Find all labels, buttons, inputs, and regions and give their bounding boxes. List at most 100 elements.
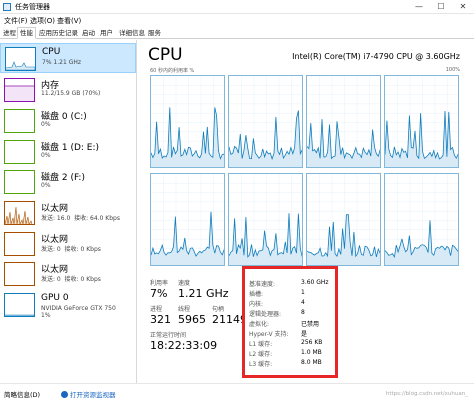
cpu-details-panel: 基准速度: 3.60 GHz 插槽: 1 内核: 4 逻辑处理器: 8 虚拟化: 已禁用 … bbox=[242, 266, 338, 378]
logical-processor-graph bbox=[384, 173, 459, 266]
logical-processor-graph bbox=[150, 173, 225, 266]
memory-thumbnail bbox=[4, 78, 35, 102]
tab-performance[interactable]: 性能 bbox=[17, 27, 36, 39]
disk-thumbnail bbox=[4, 170, 35, 194]
graph-max-label: 100% bbox=[445, 67, 460, 73]
cpu-model: Intel(R) Core(TM) i7-4790 CPU @ 3.60GHz bbox=[292, 52, 460, 61]
detail-key: 插槽: bbox=[249, 291, 264, 298]
sidebar-item-value: 11.2/15.9 GB (70%) bbox=[41, 90, 101, 97]
handles-label: 句柄 bbox=[212, 306, 225, 313]
sidebar-item-value: 0% bbox=[41, 152, 51, 159]
logical-processor-graph bbox=[306, 75, 381, 168]
close-button[interactable]: ✕ bbox=[452, 0, 474, 14]
detail-value: 已禁用 bbox=[301, 321, 320, 328]
logical-processor-graph bbox=[150, 75, 225, 168]
utilization-value: 7% bbox=[150, 287, 168, 300]
window-title: 任务管理器 bbox=[15, 3, 50, 11]
maximize-button[interactable]: ☐ bbox=[430, 0, 452, 14]
detail-value: 3.60 GHz bbox=[301, 279, 329, 286]
uptime-label: 正常运行时间 bbox=[150, 332, 187, 339]
tab-processes[interactable]: 进程 bbox=[1, 28, 18, 39]
menu-options[interactable]: 选项(O) bbox=[30, 16, 55, 26]
watermark: https://blog.csdn.net/xuhuan_ bbox=[385, 391, 468, 397]
detail-key: 逻辑处理器: bbox=[249, 311, 282, 318]
detail-key: 内核: bbox=[249, 301, 264, 308]
sidebar-item-ethernet-2[interactable]: 以太网 发送: 0 接收: 0 Kbps bbox=[0, 229, 136, 259]
detail-value: 是 bbox=[301, 331, 308, 338]
menu-bar: 文件(F) 选项(O) 查看(V) bbox=[0, 14, 474, 27]
detail-row: L3 缓存: 8.0 MB bbox=[249, 359, 337, 369]
tab-details[interactable]: 详细信息 bbox=[117, 28, 147, 39]
detail-key: L2 缓存: bbox=[249, 351, 273, 358]
sidebar-item-value: 发送: 0 接收: 0 Kbps bbox=[41, 276, 101, 283]
menu-file[interactable]: 文件(F) bbox=[4, 16, 28, 26]
logical-processor-graph bbox=[228, 75, 303, 168]
detail-value: 4 bbox=[301, 299, 305, 306]
sidebar-item-label: GPU 0 bbox=[41, 293, 69, 303]
detail-key: L3 缓存: bbox=[249, 361, 273, 368]
tab-bar: 进程 性能 应用历史记录 启动 用户 详细信息 服务 bbox=[0, 27, 474, 39]
detail-value: 1 bbox=[301, 289, 305, 296]
sidebar-item-value: 0% bbox=[41, 121, 51, 128]
detail-row: 内核: 4 bbox=[249, 299, 337, 309]
sidebar-item-value: 7% 1.21 GHz bbox=[42, 59, 82, 66]
speed-value: 1.21 GHz bbox=[178, 287, 229, 300]
resource-sidebar: CPU 7% 1.21 GHz 内存 11.2/15.9 GB (70%) 磁盘… bbox=[0, 40, 137, 383]
detail-row: L1 缓存: 256 KB bbox=[249, 339, 337, 349]
detail-row: 基准速度: 3.60 GHz bbox=[249, 279, 337, 289]
cpu-panel: CPU Intel(R) Core(TM) i7-4790 CPU @ 3.60… bbox=[138, 40, 474, 383]
detail-key: L1 缓存: bbox=[249, 341, 273, 348]
sidebar-item-ethernet-1[interactable]: 以太网 发送: 16.0 接收: 64.0 Kbps bbox=[0, 198, 136, 228]
sidebar-item-value: 发送: 0 接收: 0 Kbps bbox=[41, 246, 101, 253]
processes-label: 进程 bbox=[150, 306, 163, 313]
sidebar-item-disk-2[interactable]: 磁盘 2 (F:) 0% bbox=[0, 167, 136, 197]
detail-row: 插槽: 1 bbox=[249, 289, 337, 299]
logical-processor-graph bbox=[384, 75, 459, 168]
sidebar-item-memory[interactable]: 内存 11.2/15.9 GB (70%) bbox=[0, 75, 136, 105]
sidebar-item-value: NVIDIA GeForce GTX 750 bbox=[41, 305, 116, 312]
detail-value: 8 bbox=[301, 309, 305, 316]
detail-key: Hyper-V 支持: bbox=[249, 331, 289, 338]
disk-thumbnail bbox=[4, 109, 35, 133]
tab-services[interactable]: 服务 bbox=[146, 28, 163, 39]
tab-startup[interactable]: 启动 bbox=[80, 28, 97, 39]
sidebar-item-value: 0% bbox=[41, 182, 51, 189]
graph-label: 60 秒内的利用率 % bbox=[150, 68, 195, 74]
threads-value: 5965 bbox=[178, 313, 206, 326]
sidebar-item-value-2: 1% bbox=[41, 312, 51, 319]
title-bar: 任务管理器 — ☐ ✕ bbox=[0, 0, 474, 14]
threads-label: 线程 bbox=[178, 306, 191, 313]
detail-row: L2 缓存: 1.0 MB bbox=[249, 349, 337, 359]
sidebar-item-disk-0[interactable]: 磁盘 0 (C:) 0% bbox=[0, 106, 136, 136]
page-title: CPU bbox=[148, 45, 183, 65]
sidebar-item-ethernet-3[interactable]: 以太网 发送: 0 接收: 0 Kbps bbox=[0, 259, 136, 289]
disk-thumbnail bbox=[4, 140, 35, 164]
open-resource-monitor-label: 打开资源监视器 bbox=[70, 391, 116, 399]
fewer-details-button[interactable]: 简略信息(D) bbox=[4, 389, 40, 399]
detail-key: 基准速度: bbox=[249, 281, 276, 288]
logical-processor-graph bbox=[228, 173, 303, 266]
cpu-thumbnail bbox=[5, 47, 36, 71]
sidebar-item-disk-1[interactable]: 磁盘 1 (D: E:) 0% bbox=[0, 137, 136, 167]
speed-label: 速度 bbox=[178, 280, 191, 287]
gpu-thumbnail bbox=[4, 293, 35, 317]
sidebar-item-cpu[interactable]: CPU 7% 1.21 GHz bbox=[0, 43, 136, 73]
ethernet-thumbnail bbox=[4, 262, 35, 286]
resource-monitor-icon bbox=[61, 391, 68, 398]
tab-users[interactable]: 用户 bbox=[98, 28, 115, 39]
uptime-value: 18:22:33:09 bbox=[150, 339, 218, 352]
sidebar-item-gpu[interactable]: GPU 0 NVIDIA GeForce GTX 750 1% bbox=[0, 290, 136, 324]
minimize-button[interactable]: — bbox=[408, 0, 430, 14]
logical-processor-graphs bbox=[150, 75, 460, 267]
open-resource-monitor-link[interactable]: 打开资源监视器 bbox=[61, 389, 116, 399]
detail-row: 虚拟化: 已禁用 bbox=[249, 319, 337, 329]
utilization-area bbox=[307, 119, 380, 167]
detail-value: 256 KB bbox=[301, 339, 323, 346]
detail-value: 8.0 MB bbox=[301, 359, 322, 366]
menu-view[interactable]: 查看(V) bbox=[57, 16, 81, 26]
ethernet-thumbnail bbox=[4, 201, 35, 226]
tab-app-history[interactable]: 应用历史记录 bbox=[37, 28, 80, 39]
utilization-area bbox=[385, 220, 458, 265]
detail-row: Hyper-V 支持: 是 bbox=[249, 329, 337, 339]
detail-row: 逻辑处理器: 8 bbox=[249, 309, 337, 319]
